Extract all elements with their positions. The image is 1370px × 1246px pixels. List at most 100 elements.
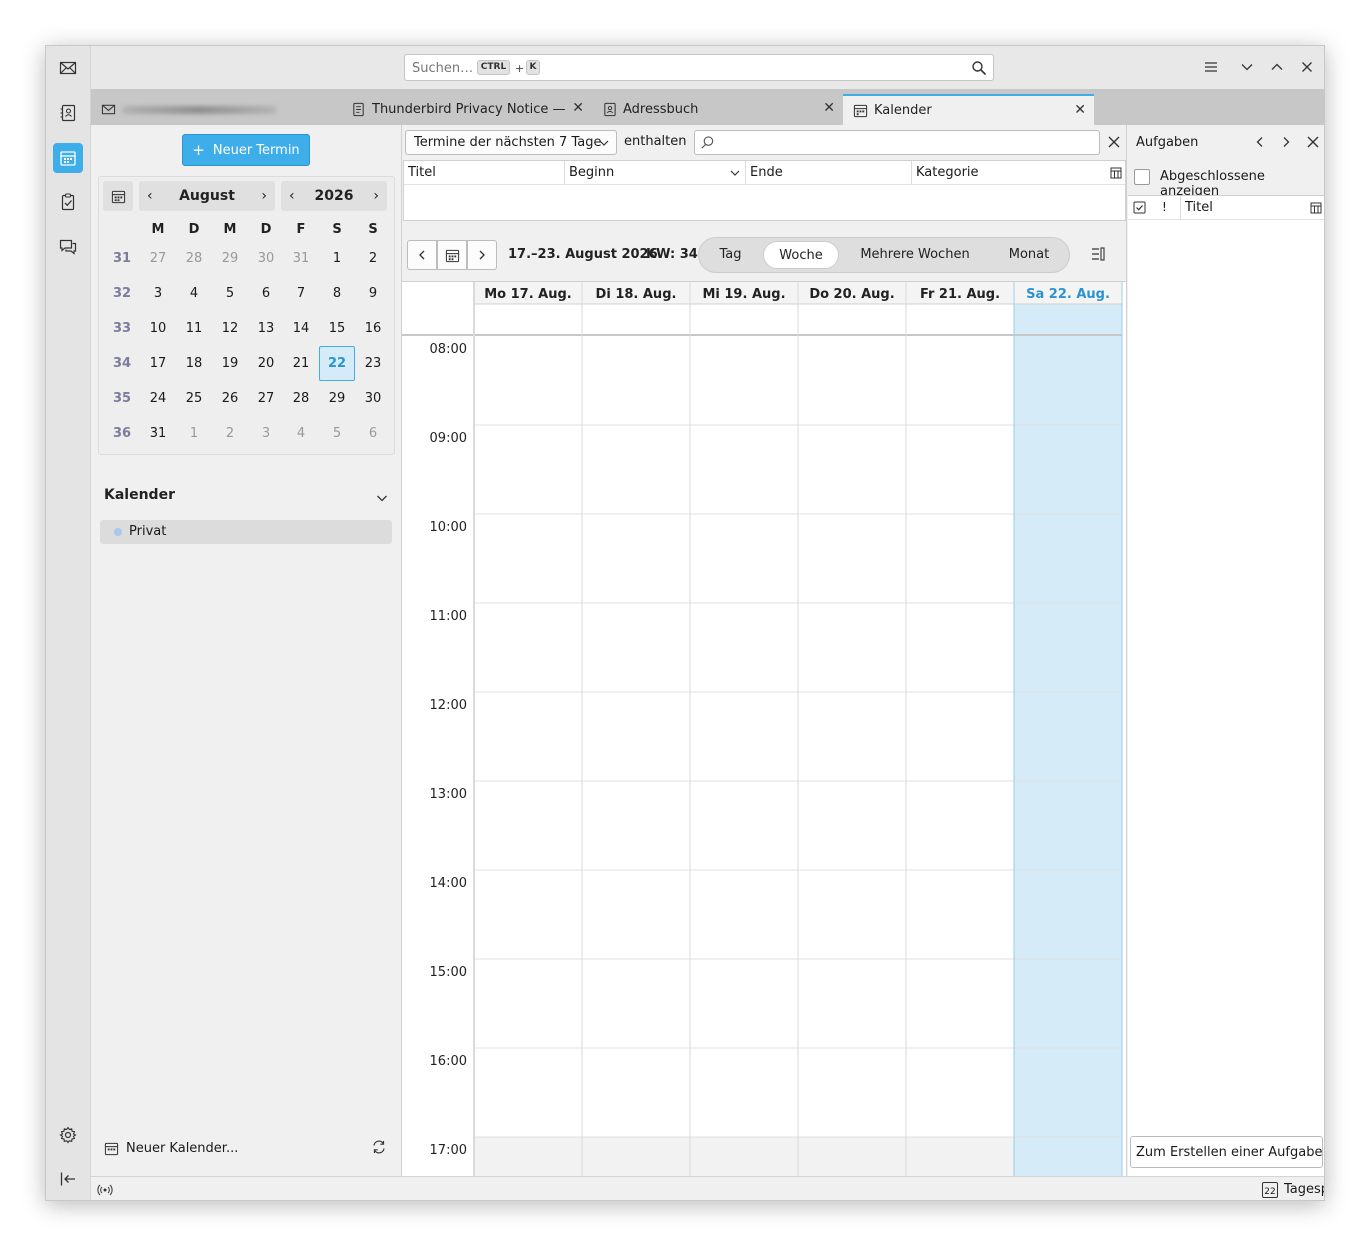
mini-calendar-day[interactable]: 25: [176, 381, 212, 416]
close-tab-icon[interactable]: ✕: [1074, 102, 1086, 118]
today-nav-button[interactable]: [437, 240, 467, 270]
event-range-select[interactable]: Termine der nächsten 7 Tage: [405, 130, 617, 155]
mini-calendar-day[interactable]: 3: [248, 416, 284, 451]
mini-calendar-day[interactable]: 23: [355, 346, 391, 381]
minimize-button[interactable]: [1238, 58, 1256, 76]
day-column[interactable]: [906, 336, 1014, 1176]
day-header[interactable]: Di 18. Aug.: [596, 287, 677, 302]
mini-calendar-day[interactable]: 11: [176, 311, 212, 346]
mini-calendar-day[interactable]: 7: [283, 276, 319, 311]
mini-calendar-day[interactable]: 15: [319, 311, 355, 346]
mini-calendar-day[interactable]: 30: [355, 381, 391, 416]
column-picker-icon[interactable]: [1110, 167, 1122, 179]
tab-mail[interactable]: [91, 94, 341, 125]
mini-calendar-day[interactable]: 17: [140, 346, 176, 381]
mini-calendar-day[interactable]: 5: [212, 276, 248, 311]
mini-calendar-day[interactable]: 19: [212, 346, 248, 381]
tab-address-book[interactable]: Adressbuch ✕: [592, 94, 843, 125]
mini-calendar-day[interactable]: 3: [140, 276, 176, 311]
prev-year-icon[interactable]: ‹: [289, 188, 295, 204]
today-button[interactable]: [103, 181, 133, 211]
chat-space-button[interactable]: [53, 232, 83, 262]
mini-calendar-day[interactable]: 16: [355, 311, 391, 346]
mini-calendar-day[interactable]: 30: [248, 241, 284, 276]
chevron-left-icon[interactable]: [1253, 135, 1267, 149]
mini-calendar-day[interactable]: 10: [140, 311, 176, 346]
mini-calendar-day[interactable]: 4: [176, 276, 212, 311]
mini-calendar-day[interactable]: 13: [248, 311, 284, 346]
view-options-icon[interactable]: [1090, 246, 1106, 262]
day-header[interactable]: Mi 19. Aug.: [702, 287, 785, 302]
day-header[interactable]: Fr 21. Aug.: [920, 287, 1000, 302]
new-task-input[interactable]: Zum Erstellen einer Aufgabe h: [1130, 1136, 1323, 1168]
view-tab-week[interactable]: Woche: [763, 241, 839, 269]
mini-calendar-day[interactable]: 8: [319, 276, 355, 311]
mini-calendar-day[interactable]: 6: [248, 276, 284, 311]
column-end[interactable]: Ende: [746, 161, 912, 185]
close-window-button[interactable]: [1298, 58, 1316, 76]
mini-calendar-day[interactable]: 29: [319, 381, 355, 416]
priority-column[interactable]: !: [1162, 200, 1167, 214]
prev-month-icon[interactable]: ‹: [147, 188, 153, 204]
view-tab-month[interactable]: Monat: [991, 241, 1067, 269]
mini-calendar-day[interactable]: 20: [248, 346, 284, 381]
column-picker-icon[interactable]: [1310, 202, 1322, 214]
mini-calendar-day[interactable]: 18: [176, 346, 212, 381]
mini-calendar-day[interactable]: 27: [248, 381, 284, 416]
close-tab-icon[interactable]: ✕: [572, 100, 584, 116]
day-header[interactable]: Do 20. Aug.: [809, 287, 894, 302]
mini-calendar-day[interactable]: 27: [140, 241, 176, 276]
new-calendar-link[interactable]: Neuer Kalender...: [126, 1141, 238, 1156]
mini-calendar-day[interactable]: 26: [212, 381, 248, 416]
column-title[interactable]: Titel: [404, 161, 565, 185]
mail-space-button[interactable]: [53, 53, 83, 83]
mini-calendar-day[interactable]: 28: [176, 241, 212, 276]
calendar-item-privat[interactable]: Privat: [100, 520, 392, 544]
day-column[interactable]: [690, 336, 798, 1176]
maximize-button[interactable]: [1268, 58, 1286, 76]
close-tab-icon[interactable]: ✕: [823, 100, 835, 116]
day-column[interactable]: [474, 336, 582, 1176]
mini-calendar-day[interactable]: 28: [283, 381, 319, 416]
mini-calendar-day[interactable]: 5: [319, 416, 355, 451]
title-column[interactable]: Titel: [1180, 196, 1213, 220]
column-category[interactable]: Kategorie: [912, 161, 1125, 185]
mini-calendar-day[interactable]: 12: [212, 311, 248, 346]
mini-calendar-day[interactable]: 24: [140, 381, 176, 416]
day-column[interactable]: [1014, 336, 1122, 1176]
tab-calendar[interactable]: Kalender ✕: [843, 94, 1094, 125]
day-plan-toggle[interactable]: Tagesplan: [1284, 1182, 1324, 1197]
tab-privacy-notice[interactable]: Thunderbird Privacy Notice — ✕: [341, 94, 592, 125]
address-book-space-button[interactable]: [53, 98, 83, 128]
mini-calendar-day[interactable]: 9: [355, 276, 391, 311]
mini-calendar-day[interactable]: 2: [355, 241, 391, 276]
day-column[interactable]: [798, 336, 906, 1176]
calendar-space-button[interactable]: [53, 143, 83, 173]
mini-calendar-day[interactable]: 6: [355, 416, 391, 451]
view-tab-day[interactable]: Tag: [703, 241, 758, 269]
chevron-right-icon[interactable]: [1279, 135, 1293, 149]
sync-icon[interactable]: [371, 1139, 387, 1155]
next-month-icon[interactable]: ›: [261, 188, 267, 204]
mini-calendar-day[interactable]: 2: [212, 416, 248, 451]
tasks-space-button[interactable]: [53, 187, 83, 217]
mini-calendar-day[interactable]: 21: [283, 346, 319, 381]
close-filter-icon[interactable]: [1107, 135, 1121, 149]
mini-calendar-day[interactable]: 14: [283, 311, 319, 346]
view-tab-multiweek[interactable]: Mehrere Wochen: [845, 241, 985, 269]
mini-calendar-day[interactable]: 31: [140, 416, 176, 451]
collapse-spaces-button[interactable]: [53, 1164, 83, 1194]
mini-calendar-today[interactable]: 22: [319, 346, 355, 381]
mini-calendar-day[interactable]: 4: [283, 416, 319, 451]
new-event-button[interactable]: + Neuer Termin: [182, 134, 310, 166]
event-filter-input[interactable]: [694, 130, 1100, 155]
close-pane-icon[interactable]: [1306, 135, 1320, 149]
next-year-icon[interactable]: ›: [373, 188, 379, 204]
online-status-icon[interactable]: [97, 1183, 113, 1197]
next-week-button[interactable]: [467, 240, 497, 270]
app-menu-button[interactable]: [1202, 58, 1220, 76]
global-search-input[interactable]: Suchen… CTRL + K: [404, 54, 994, 81]
settings-button[interactable]: [53, 1120, 83, 1150]
mini-calendar-day[interactable]: 29: [212, 241, 248, 276]
search-icon[interactable]: [971, 60, 987, 76]
